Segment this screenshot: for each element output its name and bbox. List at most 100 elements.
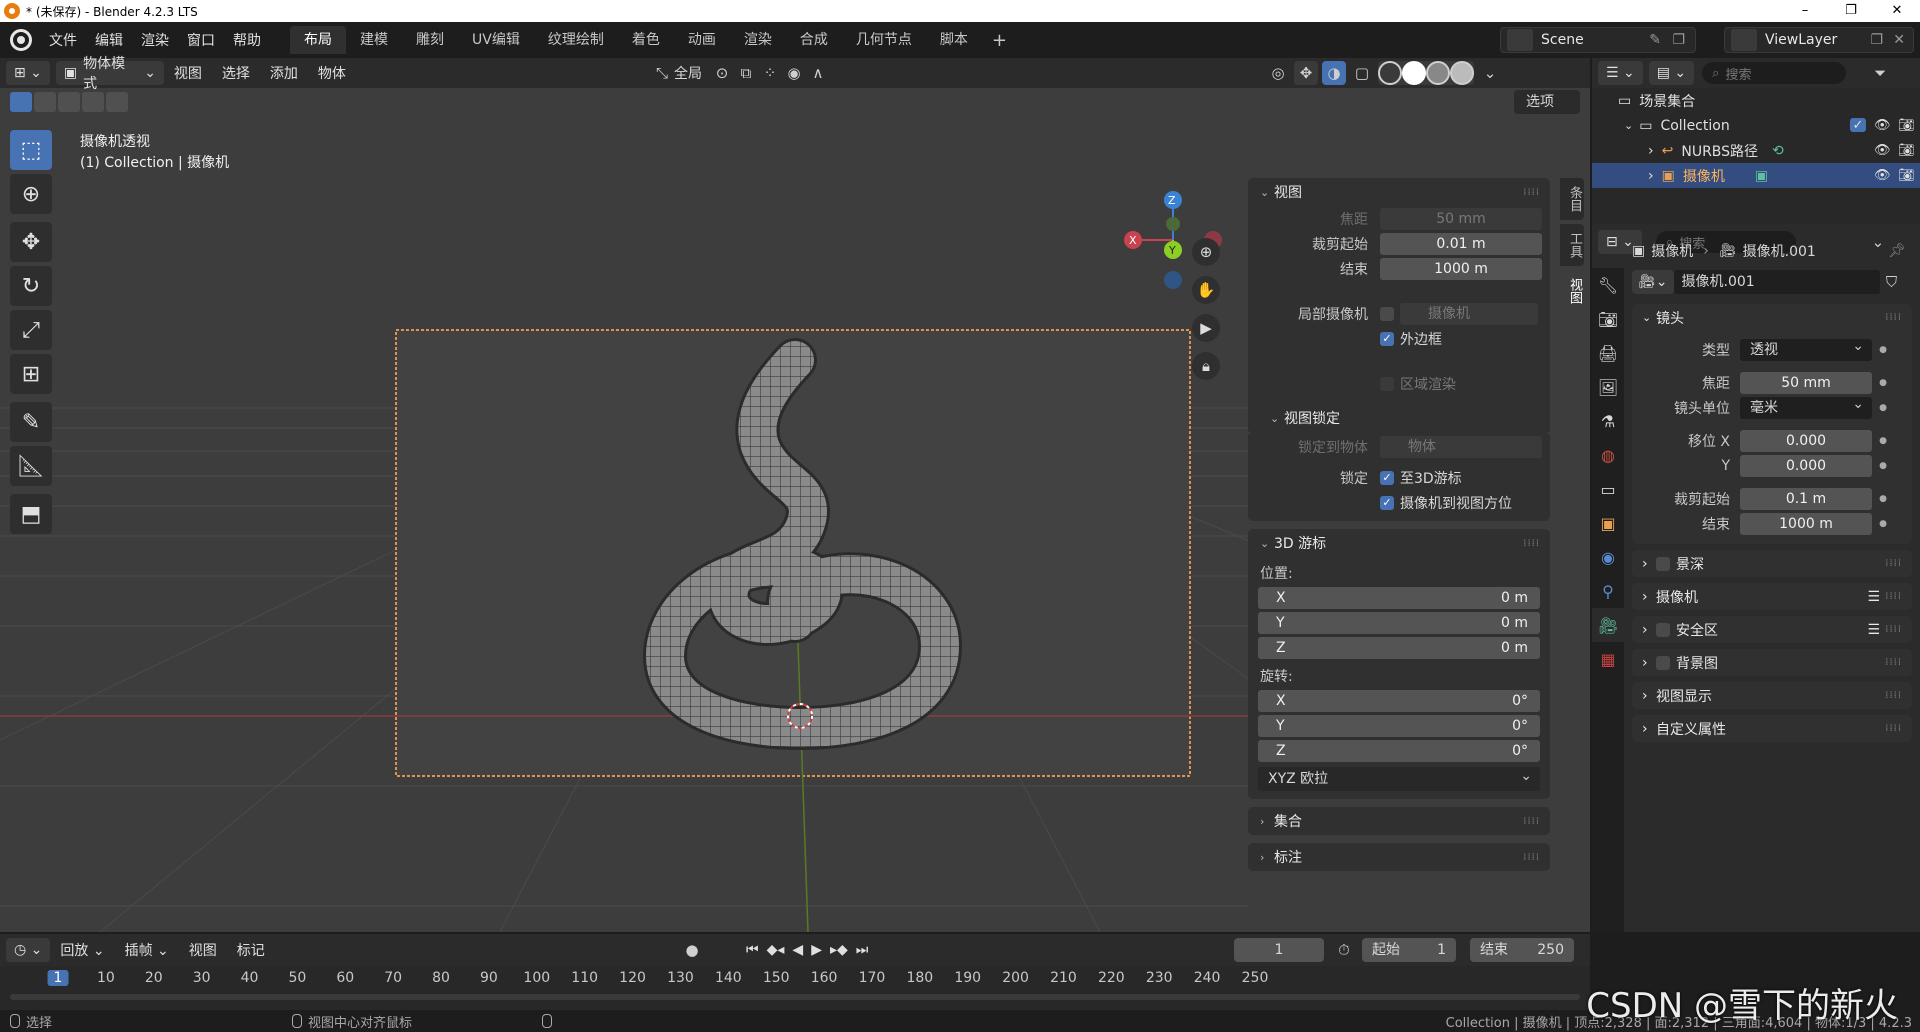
clip-start-field[interactable]: 0.01 m [1380,232,1542,255]
start-frame-field[interactable]: 起始 1 [1362,938,1456,962]
pin-icon[interactable]: 📌︎ [1888,243,1906,259]
texture-tab-icon[interactable]: ▦ [1592,642,1624,676]
border-checkbox[interactable]: ✓ [1380,331,1394,346]
stopwatch-icon[interactable]: ⏱ [1332,938,1356,962]
keyframe-dot-icon[interactable]: ● [1876,494,1890,504]
timeline-scrollbar[interactable] [10,994,1580,1000]
rotation-mode-select[interactable]: XYZ 欧拉 [1258,764,1540,791]
transform-tool-icon[interactable]: ⊞ [10,354,52,394]
datablock-name-field[interactable]: 摄像机.001 [1673,270,1880,294]
new-scene-icon[interactable]: ❐ [1672,32,1685,48]
drag-handle-icon[interactable]: ⁞⁞⁞⁞ [1523,187,1540,198]
drag-handle-icon[interactable]: ⁞⁞⁞⁞ [1523,816,1540,827]
current-frame-marker[interactable]: 1 [47,970,69,986]
3d-cursor-header[interactable]: ⌄ 3D 游标 ⁞⁞⁞⁞ [1248,529,1550,557]
collection-row[interactable]: ⌄ ▭ Collection ✓ 👁︎ 📷︎ [1592,113,1920,138]
drag-handle-icon[interactable]: ⁞⁞⁞⁞ [1885,591,1902,602]
close-button[interactable]: ✕ [1874,0,1920,22]
3d-viewport[interactable]: ⊞ ⌄ ▣ 物体模式 ⌄ 视图 选择 添加 物体 ⤡ 全局 ⊙ ⧉ ⁘ ◉ ∧ … [0,56,1590,932]
viewport-display-section[interactable]: › 视图显示 ⁞⁞⁞⁞ [1632,682,1912,709]
tab-compositing[interactable]: 合成 [786,26,842,54]
menu-object[interactable]: 物体 [308,63,356,83]
remove-view-layer-icon[interactable]: ✕ [1893,32,1905,48]
minimize-button[interactable]: – [1782,0,1828,22]
move-tool-icon[interactable]: ✥ [10,222,52,262]
jump-start-icon[interactable]: ⏮ [746,942,759,958]
menu-markers[interactable]: 标记 [227,940,275,960]
maximize-button[interactable]: ❐ [1828,0,1874,22]
editor-type-button[interactable]: ⊞ ⌄ [6,61,50,85]
pin-icon[interactable]: ✎ [1649,32,1661,48]
transform-orientation[interactable]: 全局 [674,63,702,83]
tab-uv-editing[interactable]: UV编辑 [458,26,534,54]
lock-object-field[interactable]: 物体 [1380,435,1542,458]
presets-list-icon[interactable]: ☰ [1867,622,1880,638]
fake-user-shield-icon[interactable]: ⛉ [1880,270,1904,294]
local-camera-checkbox[interactable] [1380,306,1394,321]
tab-view[interactable]: 视图 [1560,270,1584,312]
options-dropdown[interactable]: 选项 [1514,90,1580,114]
tab-shading[interactable]: 着色 [618,26,674,54]
proportional-edit-icon[interactable]: ◉ [782,61,806,85]
tab-modeling[interactable]: 建模 [346,26,402,54]
outliner-item-camera[interactable]: › ▣ 摄像机 ▣ 👁︎ 📷︎ [1592,163,1920,188]
cursor-tool-icon[interactable]: ⊕ [10,174,52,214]
menu-select[interactable]: 选择 [212,63,260,83]
render-tab-icon[interactable]: 📷︎ [1592,302,1624,336]
camera-data-icon[interactable]: ▣ [1755,168,1768,184]
lens-clip-end-field[interactable]: 1000 m [1740,512,1872,535]
eye-icon[interactable]: 👁︎ [1874,168,1891,183]
end-frame-field[interactable]: 结束 250 [1470,938,1574,962]
safe-areas-checkbox[interactable] [1656,622,1670,637]
cursor-rot-z-field[interactable]: Z 0° [1258,739,1540,762]
local-camera-field[interactable]: 摄像机 [1400,302,1538,325]
new-view-layer-icon[interactable]: ❐ [1870,32,1883,48]
prev-keyframe-icon[interactable]: ◆◂ [767,942,785,958]
visibility-icon[interactable]: ◎ [1266,61,1290,85]
shading-options-icon[interactable]: ⌄ [1478,61,1502,85]
lens-type-select[interactable]: 透视 [1740,335,1872,361]
focal-field[interactable]: 50 mm [1380,207,1542,230]
camera-section[interactable]: › 摄像机 ☰ ⁞⁞⁞⁞ [1632,583,1912,610]
camera-data-tab-icon[interactable]: 🎥︎ [1592,608,1624,642]
drag-handle-icon[interactable]: ⁞⁞⁞⁞ [1523,852,1540,863]
menu-file[interactable]: 文件 [40,30,86,50]
eye-icon[interactable]: 👁︎ [1874,118,1891,133]
menu-view[interactable]: 视图 [164,63,212,83]
tab-scripting[interactable]: 脚本 [926,26,982,54]
timeline-ruler[interactable]: 1 10 20 30 40 50 60 70 80 90 100 110 120 130 140 150 160… [0,968,1590,990]
snap-icon[interactable]: ⧉ [734,61,758,85]
menu-help[interactable]: 帮助 [224,30,270,50]
lock-icon[interactable]: 🔒︎ [1192,352,1220,380]
view-layer-selector[interactable]: ViewLayer ❐ ✕ [1724,27,1914,53]
select-new-icon[interactable] [10,92,32,112]
select-box-tool-icon[interactable]: ⬚ [10,130,52,170]
camera-render-icon[interactable]: 📷︎ [1898,168,1915,183]
custom-properties-section[interactable]: › 自定义属性 ⁞⁞⁞⁞ [1632,715,1912,742]
keyframe-dot-icon[interactable]: ● [1876,519,1890,529]
rotate-tool-icon[interactable]: ↻ [10,266,52,306]
keyframe-dot-icon[interactable]: ● [1876,378,1890,388]
measure-tool-icon[interactable]: 📐︎ [10,446,52,486]
tab-rendering[interactable]: 渲染 [730,26,786,54]
material-shading-icon[interactable] [1426,61,1450,85]
shift-x-field[interactable]: 0.000 [1740,429,1872,452]
cursor-loc-y-field[interactable]: Y0 m [1258,611,1540,634]
cursor-loc-z-field[interactable]: Z0 m [1258,636,1540,659]
blender-logo-icon[interactable] [10,29,32,51]
lens-header[interactable]: ⌄ 镜头 ⁞⁞⁞⁞ [1632,304,1912,331]
outliner-editor-type-icon[interactable]: ☰ ⌄ [1598,61,1643,85]
menu-edit[interactable]: 编辑 [86,30,132,50]
eye-icon[interactable]: 👁︎ [1874,143,1891,158]
jump-end-icon[interactable]: ⏭ [856,942,869,958]
drag-handle-icon[interactable]: ⁞⁞⁞⁞ [1885,624,1902,635]
chevron-right-icon[interactable]: › [1648,168,1654,184]
drag-handle-icon[interactable]: ⁞⁞⁞⁞ [1523,538,1540,549]
background-images-checkbox[interactable] [1656,655,1670,670]
presets-list-icon[interactable]: ☰ [1867,589,1880,605]
datablock-browse-icon[interactable]: 🎥︎⌄ [1632,270,1674,294]
output-tab-icon[interactable]: 🖨︎ [1592,336,1624,370]
constraints-tab-icon[interactable]: ⚲ [1592,574,1624,608]
tab-geometry-nodes[interactable]: 几何节点 [842,26,926,54]
drag-handle-icon[interactable]: ⁞⁞⁞⁞ [1885,558,1902,569]
